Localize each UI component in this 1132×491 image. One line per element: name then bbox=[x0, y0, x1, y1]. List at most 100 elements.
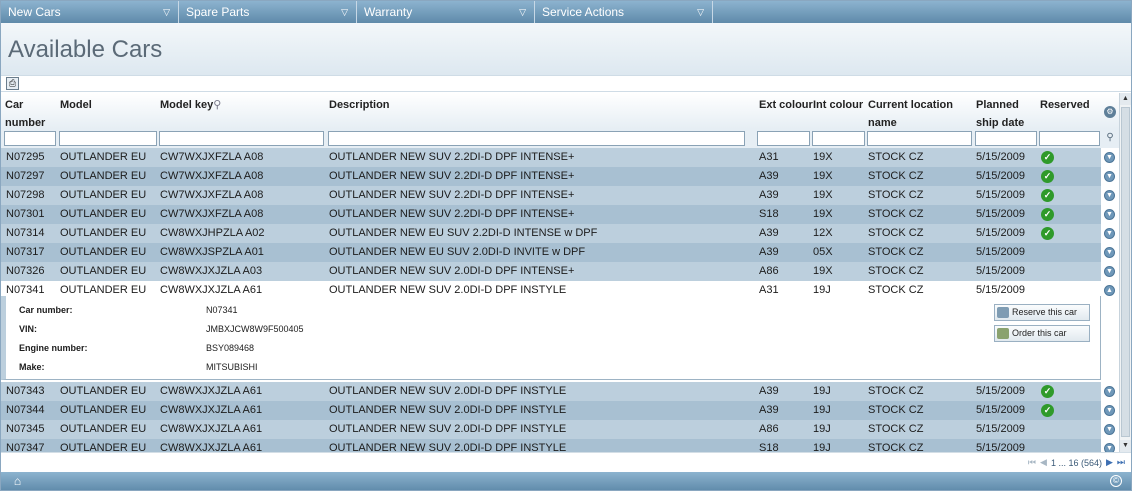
table-row[interactable]: N07344 OUTLANDER EU CW8WXJXJZLA A61 OUTLAND… bbox=[1, 401, 1115, 420]
cell-loc: STOCK CZ bbox=[868, 151, 924, 163]
table-row[interactable]: N07326 OUTLANDER EU CW8WXJXJZLA A03 OUTLAND… bbox=[1, 262, 1115, 281]
filter-ext-colour-input[interactable] bbox=[757, 131, 810, 146]
cell-int: 19X bbox=[813, 265, 833, 277]
expand-row-icon[interactable]: ▼ bbox=[1104, 424, 1115, 435]
first-page-icon[interactable]: ⏮ bbox=[1028, 457, 1036, 468]
page-indicator: 1 ... 16 (564) bbox=[1050, 457, 1102, 468]
detail-label: Car number: bbox=[19, 305, 73, 315]
table-row[interactable]: N07295 OUTLANDER EU CW7WXJXFZLA A08 OUTLAND… bbox=[1, 148, 1115, 167]
menu-label: Service Actions bbox=[542, 5, 625, 19]
cars-grid: Car number Model Model key⚲ Description … bbox=[1, 93, 1119, 452]
copyright-icon[interactable]: © bbox=[1110, 475, 1122, 487]
table-row[interactable]: N07317 OUTLANDER EU CW8WXJSPZLA A01 OUTLAND… bbox=[1, 243, 1115, 262]
col-header-model-key[interactable]: Model key⚲ bbox=[160, 96, 221, 114]
col-header-label: Model key bbox=[160, 99, 214, 111]
gear-icon[interactable]: ⚙ bbox=[1104, 106, 1116, 118]
magnifier-icon[interactable]: ⚲ bbox=[1104, 132, 1116, 144]
cell-int: 19J bbox=[813, 385, 831, 397]
cell-loc: STOCK CZ bbox=[868, 227, 924, 239]
cell-desc: OUTLANDER NEW SUV 2.0DI-D DPF INSTYLE bbox=[329, 404, 567, 416]
next-page-icon[interactable]: ▶ bbox=[1106, 457, 1113, 468]
detail-vin: JMBXJCW8W9F500405 bbox=[206, 324, 304, 334]
table-row[interactable]: N07314 OUTLANDER EU CW8WXJHPZLA A02 OUTLAND… bbox=[1, 224, 1115, 243]
menu-warranty[interactable]: Warranty ▽ bbox=[357, 1, 535, 23]
menu-new-cars[interactable]: New Cars ▽ bbox=[1, 1, 179, 23]
expand-row-icon[interactable]: ▼ bbox=[1104, 386, 1115, 397]
cell-ext: S18 bbox=[759, 208, 779, 220]
menu-spare-parts[interactable]: Spare Parts ▽ bbox=[179, 1, 357, 23]
cell-desc: OUTLANDER NEW SUV 2.0DI-D DPF INSTYLE bbox=[329, 423, 567, 435]
table-row[interactable]: N07301 OUTLANDER EU CW7WXJXFZLA A08 OUTLAND… bbox=[1, 205, 1115, 224]
expand-row-icon[interactable]: ▼ bbox=[1104, 190, 1115, 201]
filter-car-number-input[interactable] bbox=[4, 131, 56, 146]
home-icon[interactable]: ⌂ bbox=[10, 474, 25, 488]
vertical-scrollbar[interactable]: ▲ ▼ bbox=[1119, 93, 1131, 452]
row-detail-panel: Car number: N07341 VIN: JMBXJCW8W9F50040… bbox=[1, 296, 1101, 380]
title-bar: Available Cars bbox=[1, 23, 1131, 75]
col-header-planned-ship-date[interactable]: Planned ship date bbox=[976, 96, 1036, 132]
last-page-icon[interactable]: ⏭ bbox=[1117, 457, 1125, 468]
filter-int-colour-input[interactable] bbox=[812, 131, 865, 146]
reserved-check-icon: ✓ bbox=[1041, 404, 1054, 417]
detail-make: MITSUBISHI bbox=[206, 362, 258, 372]
cell-key: CW8WXJXJZLA A61 bbox=[160, 404, 263, 416]
expand-row-icon[interactable]: ▼ bbox=[1104, 171, 1115, 182]
cell-date: 5/15/2009 bbox=[976, 170, 1025, 182]
scroll-down-arrow-icon[interactable]: ▼ bbox=[1120, 440, 1131, 452]
menu-service-actions[interactable]: Service Actions ▽ bbox=[535, 1, 713, 23]
col-header-car-number[interactable]: Car number bbox=[5, 96, 55, 132]
table-row[interactable]: N07347 OUTLANDER EU CW8WXJXJZLA A61 OUTLAND… bbox=[1, 439, 1115, 452]
prev-page-icon[interactable]: ◀ bbox=[1040, 457, 1047, 468]
filter-description-input[interactable] bbox=[328, 131, 745, 146]
col-header-current-location[interactable]: Current location name bbox=[868, 96, 968, 132]
detail-label: VIN: bbox=[19, 324, 37, 334]
table-row[interactable]: N07343 OUTLANDER EU CW8WXJXJZLA A61 OUTLAND… bbox=[1, 382, 1115, 401]
scroll-thumb[interactable] bbox=[1121, 107, 1130, 437]
cell-car: N07301 bbox=[6, 208, 45, 220]
chevron-down-icon: ▽ bbox=[697, 6, 704, 17]
cell-desc: OUTLANDER NEW SUV 2.2DI-D DPF INTENSE+ bbox=[329, 189, 575, 201]
table-row[interactable]: N07298 OUTLANDER EU CW7WXJXFZLA A08 OUTLAND… bbox=[1, 186, 1115, 205]
col-header-int-colour[interactable]: Int colour bbox=[813, 96, 863, 114]
expand-row-icon[interactable]: ▼ bbox=[1104, 266, 1115, 277]
col-header-description[interactable]: Description bbox=[329, 96, 390, 114]
cell-key: CW7WXJXFZLA A08 bbox=[160, 170, 264, 182]
table-row[interactable]: N07345 OUTLANDER EU CW8WXJXJZLA A61 OUTLAND… bbox=[1, 420, 1115, 439]
filter-ship-date-input[interactable] bbox=[975, 131, 1037, 146]
cell-car: N07298 bbox=[6, 189, 45, 201]
cell-car: N07347 bbox=[6, 442, 45, 452]
expand-row-icon[interactable]: ▼ bbox=[1104, 247, 1115, 258]
reserve-car-button[interactable]: Reserve this car bbox=[994, 304, 1090, 321]
table-row[interactable]: N07297 OUTLANDER EU CW7WXJXFZLA A08 OUTLAND… bbox=[1, 167, 1115, 186]
expand-row-icon[interactable]: ▼ bbox=[1104, 228, 1115, 239]
filter-model-input[interactable] bbox=[59, 131, 157, 146]
cell-ext: A39 bbox=[759, 189, 779, 201]
filter-model-key-input[interactable] bbox=[159, 131, 324, 146]
col-header-reserved[interactable]: Reserved bbox=[1040, 96, 1090, 114]
reserved-check-icon: ✓ bbox=[1041, 208, 1054, 221]
cell-key: CW8WXJXJZLA A03 bbox=[160, 265, 263, 277]
expand-row-icon[interactable]: ▼ bbox=[1104, 209, 1115, 220]
order-car-button[interactable]: Order this car bbox=[994, 325, 1090, 342]
filter-location-input[interactable] bbox=[867, 131, 972, 146]
cell-key: CW8WXJXJZLA A61 bbox=[160, 423, 263, 435]
print-icon[interactable]: ⎙ bbox=[6, 77, 19, 90]
collapse-row-icon[interactable]: ▲ bbox=[1104, 285, 1115, 296]
filter-reserved-input[interactable] bbox=[1039, 131, 1100, 146]
cart-icon bbox=[997, 328, 1009, 339]
col-header-ext-colour[interactable]: Ext colour bbox=[759, 96, 813, 114]
expand-row-icon[interactable]: ▼ bbox=[1104, 443, 1115, 452]
expand-row-icon[interactable]: ▼ bbox=[1104, 405, 1115, 416]
expand-row-icon[interactable]: ▼ bbox=[1104, 152, 1115, 163]
cell-desc: OUTLANDER NEW SUV 2.0DI-D DPF INSTYLE bbox=[329, 385, 567, 397]
col-header-model[interactable]: Model bbox=[60, 96, 92, 114]
cell-key: CW8WXJXJZLA A61 bbox=[160, 385, 263, 397]
scroll-up-arrow-icon[interactable]: ▲ bbox=[1120, 93, 1131, 105]
cell-model: OUTLANDER EU bbox=[60, 151, 147, 163]
cell-desc: OUTLANDER NEW EU SUV 2.0DI-D INVITE w DP… bbox=[329, 246, 586, 258]
cell-desc: OUTLANDER NEW SUV 2.0DI-D DPF INTENSE+ bbox=[329, 265, 575, 277]
cell-int: 19X bbox=[813, 170, 833, 182]
grid-toolbar: ⎙ bbox=[1, 75, 1131, 92]
cell-ext: S18 bbox=[759, 442, 779, 452]
cell-model: OUTLANDER EU bbox=[60, 208, 147, 220]
